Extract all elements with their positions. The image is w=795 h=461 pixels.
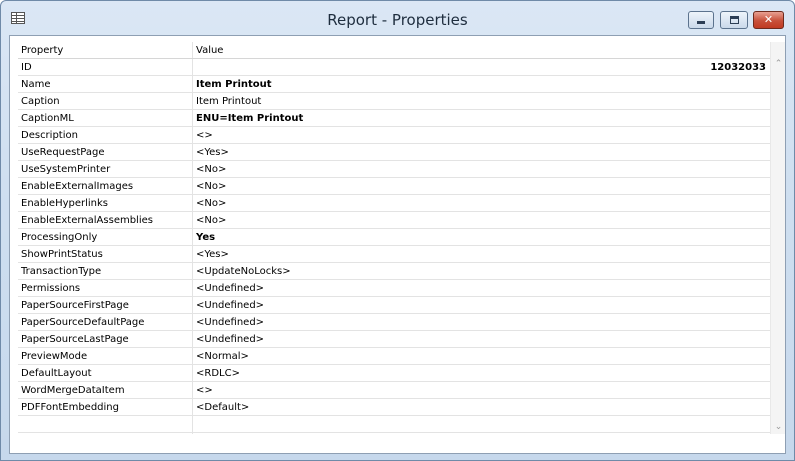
vertical-scrollbar[interactable]: ⌃ ⌄ (770, 42, 785, 434)
properties-grid: Property Value ID 12032033 Name Item Printo… (18, 42, 770, 434)
property-value[interactable]: <Yes> (196, 147, 229, 158)
property-value[interactable]: <Undefined> (196, 334, 264, 345)
property-value[interactable]: <No> (196, 181, 226, 192)
property-row[interactable]: Description <> (18, 127, 770, 144)
property-value[interactable]: <Yes> (196, 249, 229, 260)
property-row[interactable]: ID 12032033 (18, 59, 770, 76)
property-row[interactable] (18, 416, 770, 433)
property-name: EnableHyperlinks (21, 198, 109, 209)
property-name: Description (21, 130, 78, 141)
property-name: PaperSourceDefaultPage (21, 317, 145, 328)
property-row[interactable]: EnableExternalAssemblies <No> (18, 212, 770, 229)
property-row[interactable]: UseRequestPage <Yes> (18, 144, 770, 161)
property-row[interactable]: WordMergeDataItem <> (18, 382, 770, 399)
property-row[interactable]: ProcessingOnly Yes (18, 229, 770, 246)
property-row[interactable]: Caption Item Printout (18, 93, 770, 110)
property-column-header[interactable]: Property (21, 45, 63, 56)
property-row[interactable]: CaptionML ENU=Item Printout (18, 110, 770, 127)
window-title: Report - Properties (327, 11, 468, 29)
property-name: PaperSourceFirstPage (21, 300, 129, 311)
property-row[interactable]: ShowPrintStatus <Yes> (18, 246, 770, 263)
property-row[interactable]: Name Item Printout (18, 76, 770, 93)
property-name: CaptionML (21, 113, 74, 124)
property-name: DefaultLayout (21, 368, 92, 379)
property-name: UseSystemPrinter (21, 164, 111, 175)
close-icon: ✕ (763, 13, 774, 26)
property-row[interactable]: Permissions <Undefined> (18, 280, 770, 297)
property-row[interactable]: PreviewMode <Normal> (18, 348, 770, 365)
property-name: EnableExternalAssemblies (21, 215, 153, 226)
properties-panel: Property Value ID 12032033 Name Item Printo… (9, 35, 786, 454)
minimize-button[interactable] (688, 11, 714, 29)
grid-rows: ID 12032033 Name Item Printout Caption Item P… (18, 59, 770, 433)
property-row[interactable]: EnableHyperlinks <No> (18, 195, 770, 212)
property-value[interactable]: <UpdateNoLocks> (196, 266, 291, 277)
property-row[interactable]: TransactionType <UpdateNoLocks> (18, 263, 770, 280)
scroll-down-icon[interactable]: ⌄ (771, 422, 786, 432)
grid-header: Property Value (18, 42, 770, 59)
property-name: EnableExternalImages (21, 181, 134, 192)
title-bar[interactable]: Report - Properties ✕ (1, 1, 794, 35)
property-value[interactable]: Item Printout (196, 79, 272, 90)
property-name: PreviewMode (21, 351, 88, 362)
minimize-icon (697, 21, 705, 24)
value-column-header[interactable]: Value (196, 45, 223, 56)
property-name: TransactionType (21, 266, 102, 277)
maximize-icon (729, 16, 739, 24)
scroll-up-icon[interactable]: ⌃ (771, 59, 786, 69)
property-value[interactable]: <Undefined> (196, 317, 264, 328)
maximize-button[interactable] (720, 11, 748, 29)
property-name: Permissions (21, 283, 81, 294)
property-value[interactable]: <RDLC> (196, 368, 240, 379)
property-value[interactable]: <> (196, 385, 213, 396)
property-name: Caption (21, 96, 60, 107)
property-row[interactable]: UseSystemPrinter <No> (18, 161, 770, 178)
property-row[interactable]: DefaultLayout <RDLC> (18, 365, 770, 382)
property-name: PaperSourceLastPage (21, 334, 129, 345)
property-name: PDFFontEmbedding (21, 402, 119, 413)
property-name: UseRequestPage (21, 147, 105, 158)
property-value[interactable]: Yes (196, 232, 215, 243)
property-name: WordMergeDataItem (21, 385, 125, 396)
property-value[interactable]: <Undefined> (196, 300, 264, 311)
property-value[interactable]: <Undefined> (196, 283, 264, 294)
property-row[interactable]: PaperSourceDefaultPage <Undefined> (18, 314, 770, 331)
property-row[interactable]: EnableExternalImages <No> (18, 178, 770, 195)
property-value[interactable]: <No> (196, 164, 226, 175)
property-value[interactable]: 12032033 (710, 62, 766, 73)
property-value[interactable]: <No> (196, 198, 226, 209)
property-name: ProcessingOnly (21, 232, 98, 243)
property-value[interactable]: <> (196, 130, 213, 141)
close-button[interactable]: ✕ (753, 11, 784, 29)
property-value[interactable]: <Normal> (196, 351, 249, 362)
property-name: ID (21, 62, 32, 73)
property-value[interactable]: <No> (196, 215, 226, 226)
property-row[interactable]: PaperSourceLastPage <Undefined> (18, 331, 770, 348)
report-properties-window: Report - Properties ✕ Property Value ID 1… (0, 0, 795, 461)
property-value[interactable]: <Default> (196, 402, 249, 413)
property-name: Name (21, 79, 51, 90)
property-name: ShowPrintStatus (21, 249, 103, 260)
property-row[interactable]: PDFFontEmbedding <Default> (18, 399, 770, 416)
property-row[interactable]: PaperSourceFirstPage <Undefined> (18, 297, 770, 314)
property-value[interactable]: Item Printout (196, 96, 261, 107)
property-value[interactable]: ENU=Item Printout (196, 113, 303, 124)
